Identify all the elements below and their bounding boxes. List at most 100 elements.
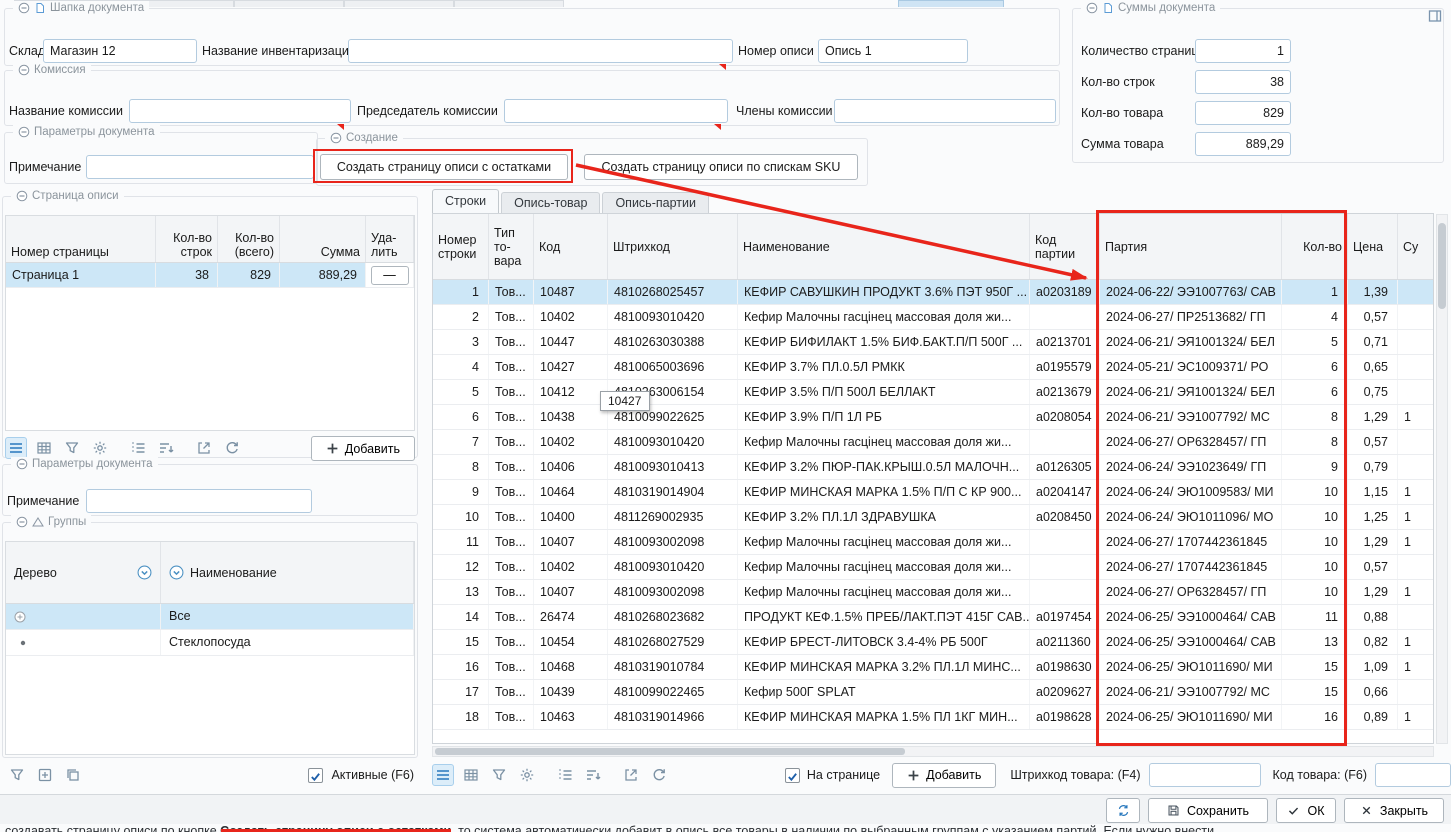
scrollbar-thumb[interactable] [435, 748, 905, 755]
collapse-icon[interactable] [16, 458, 28, 470]
table-row[interactable]: 5Тов...104124810263006154КЕФИР 3.5% П/П … [433, 380, 1433, 405]
numbered-list-icon[interactable] [554, 764, 576, 786]
export-icon[interactable] [620, 764, 642, 786]
collapse-icon[interactable] [330, 132, 342, 144]
goods-sum-value[interactable] [1195, 132, 1291, 156]
column-header[interactable]: Штрихкод [608, 214, 738, 279]
grid-icon[interactable] [460, 764, 482, 786]
goods-count-value[interactable] [1195, 101, 1291, 125]
ok-button[interactable]: ОК [1276, 798, 1336, 823]
add-page-button[interactable]: Добавить [311, 436, 415, 461]
refresh-button[interactable] [1106, 798, 1140, 823]
close-button[interactable]: Закрыть [1344, 798, 1444, 823]
table-row[interactable]: 17Тов...104394810099022465Кефир 500Г SPL… [433, 680, 1433, 705]
settings-icon[interactable] [516, 764, 538, 786]
table-row[interactable]: 6Тов...104384810099022625КЕФИР 3.9% П/П … [433, 405, 1433, 430]
table-row[interactable]: 13Тов...104074810093002098Кефир Малочны … [433, 580, 1433, 605]
table-row[interactable]: 18Тов...104634810319014966КЕФИР МИНСКАЯ … [433, 705, 1433, 730]
top-tab[interactable] [344, 0, 454, 7]
column-header[interactable]: Код [534, 214, 608, 279]
column-header[interactable]: Наименование [161, 542, 414, 603]
export-icon[interactable] [193, 437, 215, 459]
filter-icon[interactable] [61, 437, 83, 459]
column-header[interactable]: Наименование [738, 214, 1030, 279]
table-row[interactable]: 4Тов...104274810065003696КЕФИР 3.7% ПЛ.0… [433, 355, 1433, 380]
list-view-icon[interactable] [5, 437, 27, 459]
warehouse-input[interactable] [43, 39, 197, 63]
refresh-icon[interactable] [221, 437, 243, 459]
table-row[interactable]: 11Тов...104074810093002098Кефир Малочны … [433, 530, 1433, 555]
column-header[interactable]: Кол-во [1282, 214, 1348, 279]
column-header[interactable]: Дерево [6, 542, 161, 603]
filter-dropdown-icon[interactable] [137, 565, 152, 580]
create-page-by-sku-button[interactable]: Создать страницу описи по спискам SKU [584, 154, 858, 180]
pages-count-value[interactable] [1195, 39, 1291, 63]
column-header[interactable]: Сумма [280, 216, 366, 262]
column-header[interactable]: Уда-лить [366, 216, 414, 262]
note-input[interactable] [86, 155, 314, 179]
column-header[interactable]: Партия [1100, 214, 1282, 279]
table-row[interactable]: Все [6, 604, 414, 630]
lines-count-value[interactable] [1195, 70, 1291, 94]
table-row[interactable]: 8Тов...104064810093010413КЕФИР 3.2% ПЮР-… [433, 455, 1433, 480]
table-row[interactable]: 14Тов...264744810268023682ПРОДУКТ КЕФ.1.… [433, 605, 1433, 630]
filter-dropdown-icon[interactable] [169, 565, 184, 580]
column-header[interactable]: Су [1398, 214, 1434, 279]
commission-name-input[interactable] [129, 99, 351, 123]
column-header[interactable]: Кол-во (всего) [218, 216, 280, 262]
expand-icon[interactable] [14, 611, 26, 623]
collapse-icon[interactable] [1086, 2, 1098, 14]
copy-icon[interactable] [62, 764, 84, 786]
numbered-list-icon[interactable] [127, 437, 149, 459]
table-row[interactable]: 10Тов...104004811269002935КЕФИР 3.2% ПЛ.… [433, 505, 1433, 530]
collapse-icon[interactable] [16, 516, 28, 528]
table-row[interactable]: 15Тов...104544810268027529КЕФИР БРЕСТ-ЛИ… [433, 630, 1433, 655]
delete-page-button[interactable]: — [371, 266, 409, 285]
tab-1[interactable]: Строки [432, 189, 499, 213]
column-header[interactable]: Номер страницы [6, 216, 156, 262]
sort-lines-icon[interactable] [582, 764, 604, 786]
column-header[interactable]: Цена [1348, 214, 1398, 279]
table-row[interactable]: 16Тов...104684810319010784КЕФИР МИНСКАЯ … [433, 655, 1433, 680]
table-row[interactable]: 9Тов...104644810319014904КЕФИР МИНСКАЯ М… [433, 480, 1433, 505]
collapse-icon[interactable] [16, 190, 28, 202]
column-header[interactable]: Номер строки [433, 214, 489, 279]
table-row[interactable]: 1Тов...104874810268025457КЕФИР САВУШКИН … [433, 280, 1433, 305]
column-header[interactable]: Тип то-вара [489, 214, 534, 279]
refresh-icon[interactable] [648, 764, 670, 786]
filter-icon[interactable] [6, 764, 28, 786]
collapse-icon[interactable] [18, 2, 30, 14]
column-header[interactable]: Код партии [1030, 214, 1100, 279]
note-input-2[interactable] [86, 489, 312, 513]
table-row[interactable]: 3Тов...104474810263030388КЕФИР БИФИЛАКТ … [433, 330, 1433, 355]
tab-3[interactable]: Опись-партии [602, 192, 709, 213]
collapse-icon[interactable] [18, 126, 30, 138]
inventory-name-input[interactable] [348, 39, 733, 63]
active-checkbox[interactable] [308, 768, 323, 783]
collapse-icon[interactable] [18, 64, 30, 76]
tab-2[interactable]: Опись-товар [501, 192, 600, 213]
chairman-input[interactable] [504, 99, 728, 123]
opis-number-input[interactable] [818, 39, 968, 63]
scrollbar-thumb[interactable] [1438, 223, 1446, 309]
table-row[interactable]: 12Тов...104024810093010420Кефир Малочны … [433, 555, 1433, 580]
vertical-scrollbar[interactable] [1436, 214, 1448, 744]
on-page-checkbox[interactable] [785, 768, 800, 783]
table-row[interactable]: 2Тов...104024810093010420Кефир Малочны г… [433, 305, 1433, 330]
grid-icon[interactable] [33, 437, 55, 459]
table-row[interactable]: Стеклопосуда [6, 630, 414, 656]
barcode-input[interactable] [1149, 763, 1261, 787]
sort-lines-icon[interactable] [155, 437, 177, 459]
add-box-icon[interactable] [34, 764, 56, 786]
filter-icon[interactable] [488, 764, 510, 786]
top-tab[interactable] [454, 0, 564, 7]
table-row[interactable]: 7Тов...104024810093010420Кефир Малочны г… [433, 430, 1433, 455]
save-button[interactable]: Сохранить [1148, 798, 1268, 823]
code-input[interactable] [1375, 763, 1451, 787]
table-row[interactable]: Страница 1 38 829 889,29 — [6, 263, 414, 288]
members-input[interactable] [834, 99, 1056, 123]
add-row-button[interactable]: Добавить [892, 763, 996, 788]
column-header[interactable]: Кол-во строк [156, 216, 218, 262]
top-tab[interactable] [234, 0, 344, 7]
horizontal-scrollbar[interactable] [432, 746, 1434, 757]
